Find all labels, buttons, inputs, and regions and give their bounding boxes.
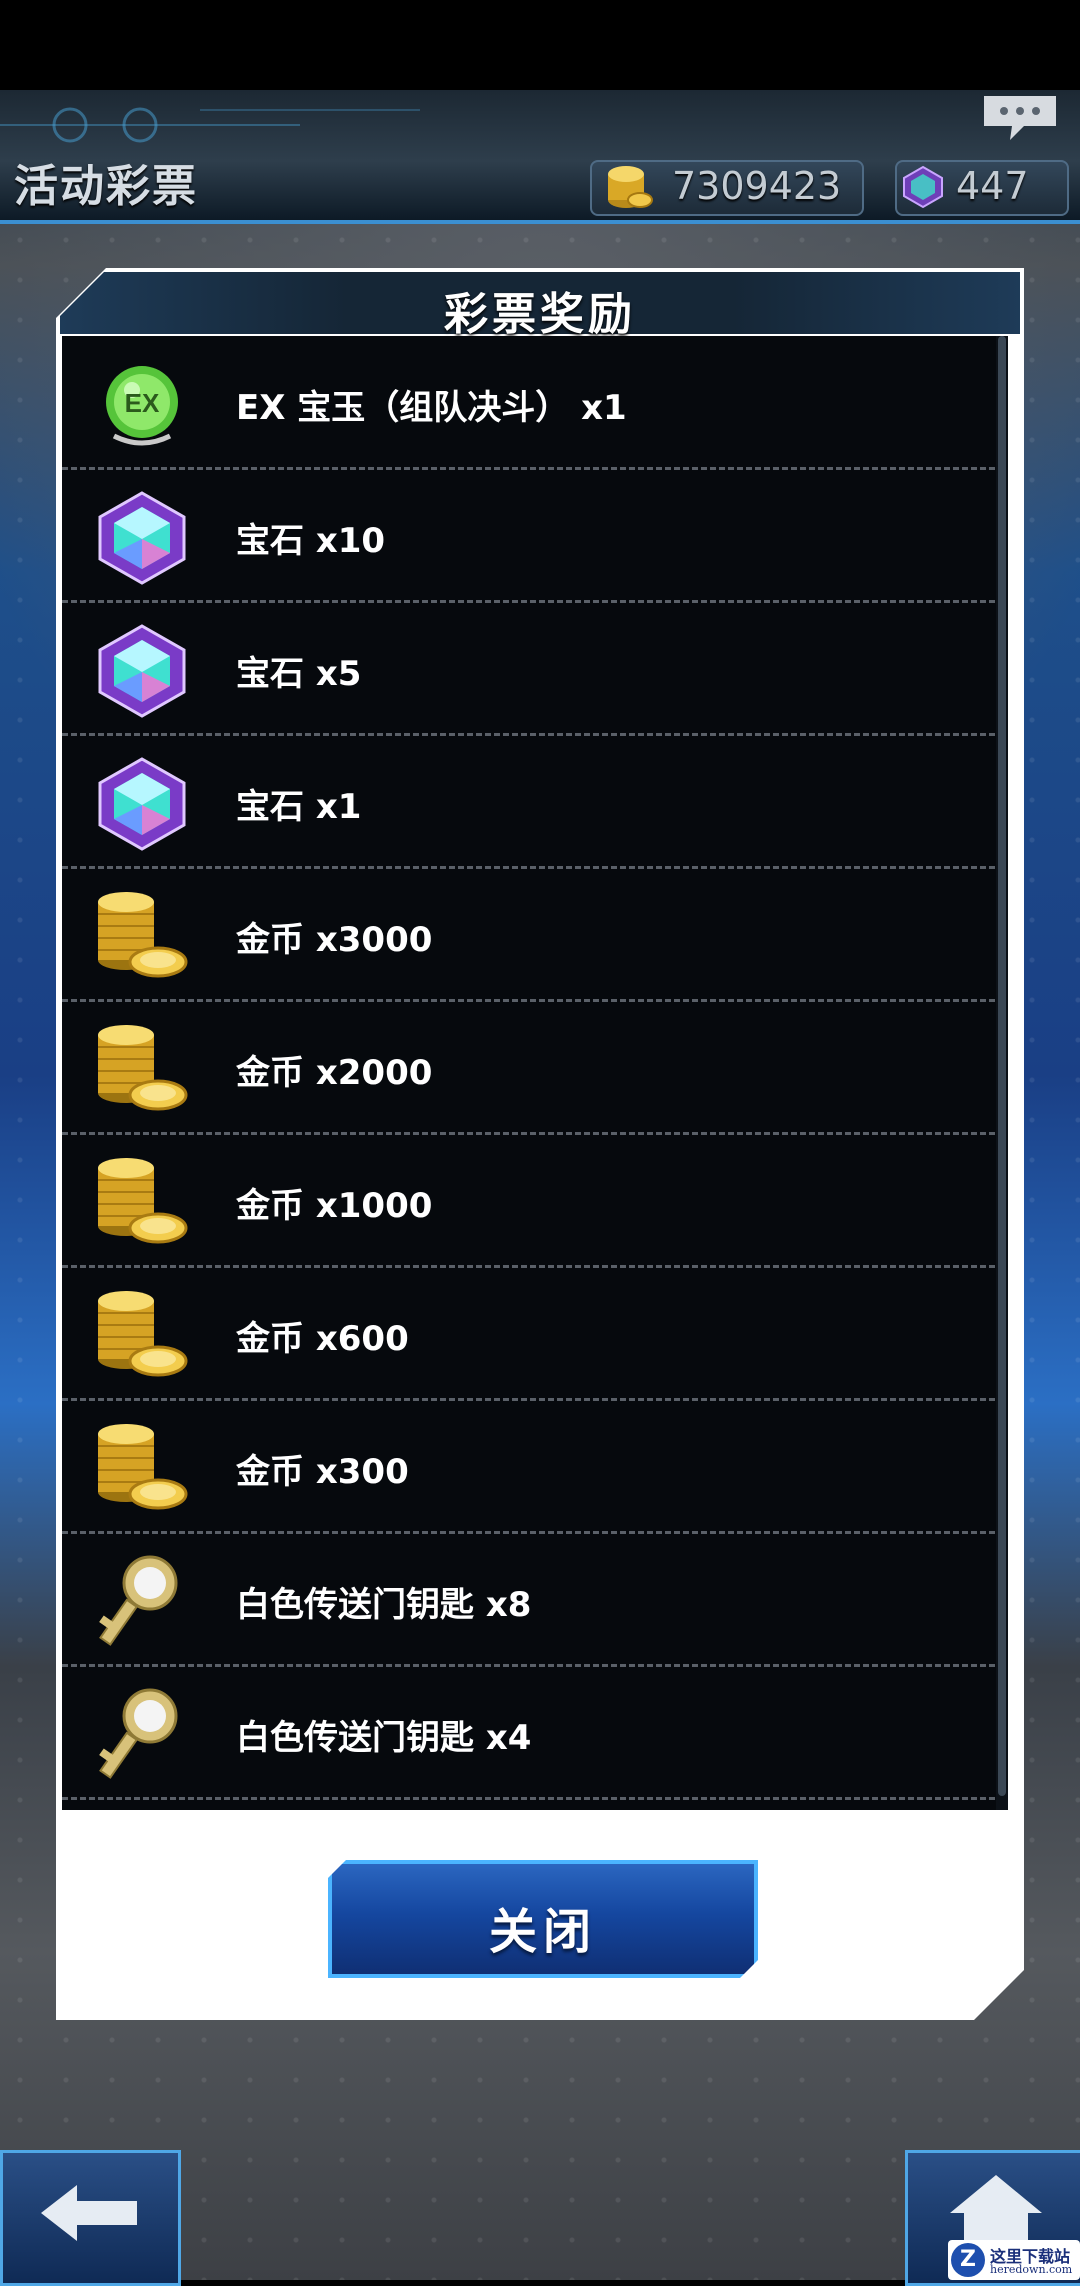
page-title: 活动彩票: [14, 161, 198, 212]
scrollbar-thumb[interactable]: [998, 336, 1006, 1796]
reward-label: EX 宝玉（组队决斗） x1: [236, 388, 627, 428]
reward-row: 金币 x600: [62, 1267, 1004, 1401]
ex-orb-icon: EX: [92, 356, 192, 452]
gold-amount: 7309423: [672, 164, 842, 208]
status-bar-area: [0, 0, 1080, 90]
watermark-logo: Z 这里下载站 heredown.com: [948, 2240, 1080, 2280]
close-button-label: 关闭: [488, 1904, 597, 1960]
arrow-left-icon: [41, 2185, 137, 2241]
reward-list[interactable]: EX EX 宝玉（组队决斗） x1 宝石 x10 宝石 x5 宝石 x1 金币 x3000…: [62, 336, 1004, 1810]
reward-label: 宝石 x10: [236, 521, 386, 561]
reward-row: 金币 x3000: [62, 868, 1004, 1002]
watermark-en: heredown.com: [990, 2263, 1073, 2276]
gem-icon: [92, 489, 192, 585]
reward-label: 白色传送门钥匙 x4: [236, 1718, 532, 1758]
reward-label: 宝石 x1: [236, 787, 362, 827]
reward-row: 白色传送门钥匙 x4: [62, 1666, 1004, 1800]
back-button[interactable]: [0, 2150, 181, 2286]
reward-label: 金币 x2000: [236, 1053, 433, 1093]
white-gate-key-icon: [92, 1686, 192, 1782]
reward-row: 宝石 x1: [62, 735, 1004, 869]
gold-coins-icon: [92, 1154, 192, 1250]
reward-row: 宝石 x10: [62, 469, 1004, 603]
circuit-decoration-icon: [0, 107, 420, 143]
dialog-title: 彩票奖励: [444, 289, 636, 340]
gold-coins-icon: [92, 1420, 192, 1516]
close-button[interactable]: 关闭: [328, 1860, 758, 1978]
gold-coin-icon: [608, 166, 653, 208]
gem-amount: 447: [956, 164, 1029, 208]
reward-row: 金币 x300: [62, 1400, 1004, 1534]
gold-coins-icon: [92, 1021, 192, 1117]
white-gate-key-icon: [92, 1553, 192, 1649]
reward-label: 宝石 x5: [236, 654, 362, 694]
reward-row: 金币 x1000: [62, 1134, 1004, 1268]
gem-icon: [92, 755, 192, 851]
reward-row: 金币 x2000: [62, 1001, 1004, 1135]
gem-icon: [903, 165, 943, 209]
reward-label: 金币 x3000: [236, 920, 433, 960]
chat-icon[interactable]: [980, 92, 1060, 142]
gold-coins-icon: [92, 888, 192, 984]
reward-label: 金币 x1000: [236, 1186, 433, 1226]
reward-label: 金币 x300: [236, 1452, 409, 1492]
gold-coins-icon: [92, 1287, 192, 1383]
watermark-z-icon: Z: [951, 2243, 985, 2277]
reward-row: EX EX 宝玉（组队决斗） x1: [62, 336, 1004, 470]
reward-label: 金币 x600: [236, 1319, 409, 1359]
svg-text:EX: EX: [125, 388, 160, 418]
reward-row: 宝石 x5: [62, 602, 1004, 736]
gem-icon: [92, 622, 192, 718]
reward-label: 白色传送门钥匙 x8: [236, 1585, 532, 1625]
reward-row: 白色传送门钥匙 x8: [62, 1533, 1004, 1667]
